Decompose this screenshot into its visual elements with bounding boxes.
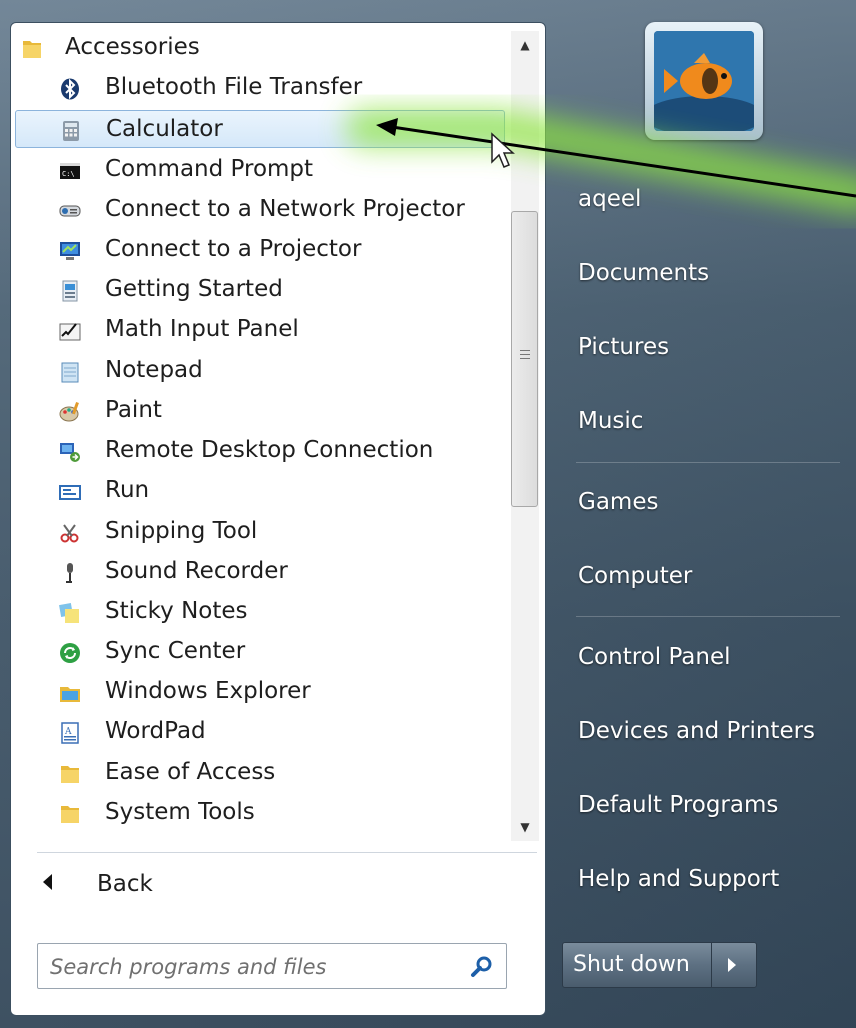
scroll-down-arrow-icon[interactable]: ▼ — [511, 813, 539, 841]
pictures-link[interactable]: Pictures — [578, 334, 669, 360]
folder-accessories[interactable]: Accessories — [15, 29, 505, 67]
program-label: Notepad — [105, 357, 203, 383]
program-item-sticky-notes[interactable]: Sticky Notes — [15, 593, 505, 631]
program-item-math-input[interactable]: Math Input Panel — [15, 311, 505, 349]
program-label: Bluetooth File Transfer — [105, 74, 363, 100]
user-name-link[interactable]: aqeel — [578, 186, 641, 212]
search-icon[interactable] — [470, 955, 494, 979]
remote-desktop-icon — [59, 441, 81, 463]
command-prompt-icon: C:\ — [59, 160, 81, 182]
math-input-icon — [59, 320, 81, 342]
program-label: Connect to a Network Projector — [105, 196, 465, 222]
program-label: Paint — [105, 397, 162, 423]
divider — [576, 462, 840, 463]
program-label: Connect to a Projector — [105, 236, 362, 262]
svg-text:A: A — [64, 727, 72, 737]
sticky-notes-icon — [59, 602, 81, 624]
program-label: Run — [105, 477, 150, 503]
program-item-snipping-tool[interactable]: Snipping Tool — [15, 513, 505, 551]
folder-icon — [21, 38, 43, 60]
devices-and-printers-link[interactable]: Devices and Printers — [578, 718, 815, 744]
games-link[interactable]: Games — [578, 489, 658, 515]
folder-ease-of-access[interactable]: Ease of Access — [15, 754, 505, 792]
run-icon — [59, 481, 81, 503]
divider — [576, 616, 840, 617]
program-label: Sticky Notes — [105, 598, 248, 624]
chevron-right-icon — [728, 958, 736, 972]
sync-icon — [59, 642, 81, 664]
wordpad-icon: A — [59, 722, 81, 744]
program-label: Snipping Tool — [105, 518, 258, 544]
microphone-icon — [59, 562, 81, 584]
explorer-folder-icon — [59, 682, 81, 704]
search-input[interactable] — [48, 952, 462, 982]
paint-icon — [59, 401, 81, 423]
program-item-wordpad[interactable]: A WordPad — [15, 713, 505, 751]
search-box[interactable] — [37, 943, 507, 989]
divider — [37, 852, 537, 853]
program-label: System Tools — [105, 799, 255, 825]
program-label: Getting Started — [105, 276, 283, 302]
programs-pane: Accessories Bluetooth File Transfer Calc… — [10, 22, 546, 1016]
help-and-support-link[interactable]: Help and Support — [578, 866, 779, 892]
snipping-tool-icon — [59, 522, 81, 544]
program-item-projector[interactable]: Connect to a Projector — [15, 231, 505, 269]
program-item-run[interactable]: Run — [15, 472, 505, 510]
program-label: Command Prompt — [105, 156, 314, 182]
mouse-cursor-icon — [491, 132, 515, 168]
shut-down-options-button[interactable] — [711, 942, 757, 988]
shut-down-button[interactable]: Shut down — [562, 942, 712, 988]
program-label: Remote Desktop Connection — [105, 437, 434, 463]
grip-icon — [520, 350, 530, 360]
user-picture-frame[interactable] — [645, 22, 763, 140]
back-arrow-icon — [43, 874, 52, 890]
program-label: Ease of Access — [105, 759, 276, 785]
folder-label: Accessories — [65, 34, 200, 60]
scroll-up-arrow-icon[interactable]: ▲ — [511, 31, 539, 59]
program-label: WordPad — [105, 718, 206, 744]
computer-link[interactable]: Computer — [578, 563, 692, 589]
folder-icon — [59, 763, 81, 785]
calculator-icon — [60, 120, 82, 142]
program-label: Windows Explorer — [105, 678, 311, 704]
getting-started-icon — [59, 280, 81, 302]
avatar — [654, 31, 754, 131]
program-item-sound-recorder[interactable]: Sound Recorder — [15, 553, 505, 591]
back-button[interactable]: Back — [25, 868, 525, 906]
program-item-remote-desktop[interactable]: Remote Desktop Connection — [15, 432, 505, 470]
program-label: Calculator — [106, 116, 223, 142]
program-item-calculator[interactable]: Calculator — [15, 110, 505, 148]
network-projector-icon — [59, 200, 81, 222]
program-item-notepad[interactable]: Notepad — [15, 352, 505, 390]
program-list: Accessories Bluetooth File Transfer Calc… — [11, 23, 511, 838]
program-label: Sync Center — [105, 638, 246, 664]
program-item-getting-started[interactable]: Getting Started — [15, 271, 505, 309]
projector-icon — [59, 240, 81, 262]
bluetooth-icon — [59, 78, 81, 100]
program-item-windows-explorer[interactable]: Windows Explorer — [15, 673, 505, 711]
start-menu: Accessories Bluetooth File Transfer Calc… — [0, 0, 856, 1028]
control-panel-link[interactable]: Control Panel — [578, 644, 731, 670]
music-link[interactable]: Music — [578, 408, 643, 434]
folder-icon — [59, 803, 81, 825]
program-item-paint[interactable]: Paint — [15, 392, 505, 430]
svg-text:C:\: C:\ — [62, 170, 75, 178]
back-label: Back — [97, 871, 153, 897]
documents-link[interactable]: Documents — [578, 260, 709, 286]
shut-down-label: Shut down — [573, 952, 690, 977]
default-programs-link[interactable]: Default Programs — [578, 792, 778, 818]
program-item-sync-center[interactable]: Sync Center — [15, 633, 505, 671]
program-item-command-prompt[interactable]: C:\ Command Prompt — [15, 151, 505, 189]
notepad-icon — [59, 361, 81, 383]
scroll-thumb[interactable] — [511, 211, 538, 507]
program-label: Sound Recorder — [105, 558, 288, 584]
program-item-bluetooth[interactable]: Bluetooth File Transfer — [15, 69, 505, 107]
program-item-network-projector[interactable]: Connect to a Network Projector — [15, 191, 505, 229]
program-label: Math Input Panel — [105, 316, 299, 342]
folder-system-tools[interactable]: System Tools — [15, 794, 505, 832]
